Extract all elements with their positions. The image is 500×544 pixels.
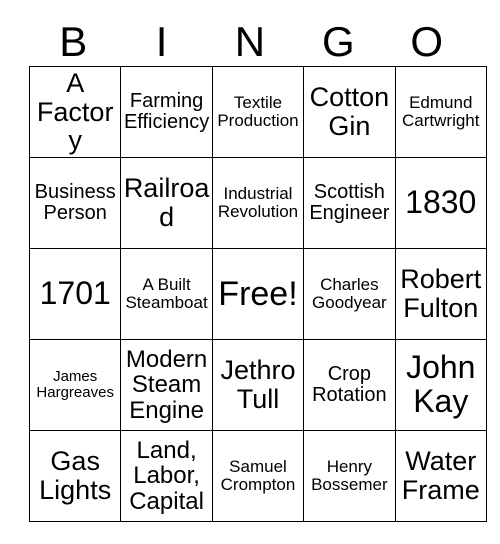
bingo-cell-label: Water Frame	[401, 446, 480, 505]
bingo-cell-b3[interactable]: 1701	[28, 248, 122, 340]
bingo-grid: A Factory Farming Efficiency Textile Pro…	[28, 66, 487, 522]
bingo-cell-label: James Hargreaves	[36, 368, 114, 401]
bingo-cell-label: A Built Steamboat	[125, 274, 208, 312]
bingo-row: 1701 A Built Steamboat Free! Charles Goo…	[28, 248, 487, 340]
bingo-cell-label: Jethro Tull	[220, 355, 296, 414]
bingo-header-letter-b: B	[59, 18, 88, 65]
bingo-cell-n1[interactable]: Textile Production	[211, 66, 305, 158]
bingo-cell-label: Business Person	[34, 180, 116, 224]
bingo-cell-g2[interactable]: Scottish Engineer	[303, 157, 396, 249]
bingo-cell-i4[interactable]: Modern Steam Engine	[120, 339, 213, 431]
bingo-cell-label: Samuel Crompton	[220, 456, 296, 494]
bingo-cell-label: Charles Goodyear	[312, 274, 387, 312]
bingo-cell-label: Modern Steam Engine	[125, 345, 208, 424]
bingo-cell-b5[interactable]: Gas Lights	[28, 430, 122, 522]
bingo-cell-label: Land, Labor, Capital	[129, 436, 204, 515]
bingo-cell-b2[interactable]: Business Person	[28, 157, 122, 249]
bingo-header-letter-n: N	[234, 18, 266, 65]
bingo-cell-label: Henry Bossemer	[311, 456, 388, 494]
bingo-cell-n5[interactable]: Samuel Crompton	[211, 430, 305, 522]
bingo-cell-i1[interactable]: Farming Efficiency	[120, 66, 213, 158]
bingo-cell-i5[interactable]: Land, Labor, Capital	[120, 430, 213, 522]
bingo-row: A Factory Farming Efficiency Textile Pro…	[28, 66, 487, 158]
bingo-cell-n2[interactable]: Industrial Revolution	[211, 157, 305, 249]
bingo-cell-g4[interactable]: Crop Rotation	[303, 339, 396, 431]
bingo-row: Business Person Railroad Industrial Revo…	[28, 157, 487, 249]
bingo-cell-label: Textile Production	[217, 92, 299, 130]
bingo-row: James Hargreaves Modern Steam Engine Jet…	[28, 339, 487, 431]
bingo-cell-label: Gas Lights	[39, 446, 112, 505]
bingo-row: Gas Lights Land, Labor, Capital Samuel C…	[28, 430, 487, 522]
bingo-cell-label: Crop Rotation	[312, 362, 387, 406]
bingo-cell-label: Railroad	[123, 173, 210, 232]
bingo-cell-label: Industrial Revolution	[217, 183, 299, 221]
bingo-cell-b4[interactable]: James Hargreaves	[28, 339, 122, 431]
bingo-cell-o1[interactable]: Edmund Cartwright	[394, 66, 487, 158]
bingo-cell-g5[interactable]: Henry Bossemer	[303, 430, 396, 522]
bingo-header-row: B I N G O	[29, 0, 471, 66]
bingo-cell-o2[interactable]: 1830	[394, 157, 487, 249]
bingo-cell-o5[interactable]: Water Frame	[394, 430, 487, 522]
bingo-header-letter-o: O	[410, 18, 444, 65]
bingo-cell-n4[interactable]: Jethro Tull	[211, 339, 305, 431]
bingo-cell-i3[interactable]: A Built Steamboat	[120, 248, 213, 340]
bingo-cell-label: Scottish Engineer	[309, 180, 390, 224]
bingo-cell-label: 1701	[39, 275, 111, 312]
bingo-cell-label: 1830	[405, 184, 477, 221]
bingo-cell-g3[interactable]: Charles Goodyear	[303, 248, 396, 340]
bingo-cell-b1[interactable]: A Factory	[28, 66, 122, 158]
bingo-header-letter-g: G	[322, 18, 355, 65]
bingo-cell-label: Edmund Cartwright	[402, 92, 480, 130]
bingo-cell-o3[interactable]: Robert Fulton	[394, 248, 487, 340]
bingo-cell-g1[interactable]: Cotton Gin	[303, 66, 396, 158]
bingo-cell-label: Robert Fulton	[400, 264, 482, 323]
bingo-header-letter-i: I	[155, 18, 168, 65]
bingo-cell-label: A Factory	[36, 68, 114, 156]
bingo-cell-i2[interactable]: Railroad	[120, 157, 213, 249]
bingo-cell-free[interactable]: Free!	[211, 248, 305, 340]
bingo-cell-label: Farming Efficiency	[123, 89, 210, 133]
bingo-cell-label: Cotton Gin	[309, 82, 390, 141]
bingo-cell-o4[interactable]: John Kay	[394, 339, 487, 431]
bingo-cell-label: John Kay	[406, 349, 476, 419]
bingo-card: B I N G O A Factory Farming Efficiency T…	[28, 0, 487, 522]
bingo-free-label: Free!	[218, 274, 298, 313]
